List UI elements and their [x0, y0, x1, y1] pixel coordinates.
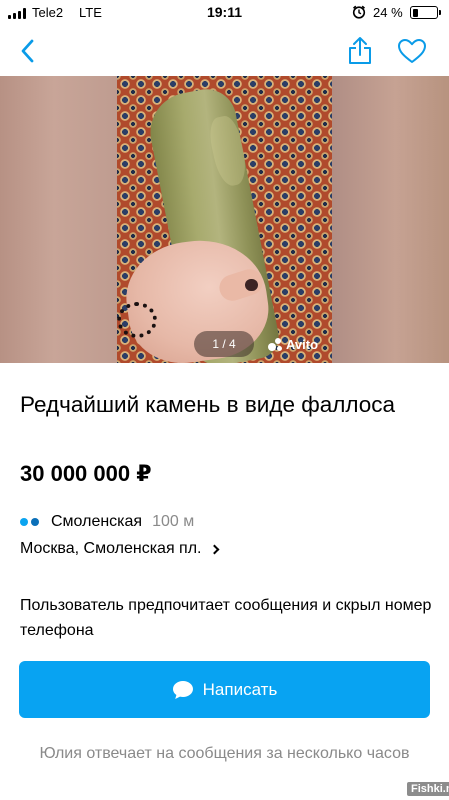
chevron-right-icon — [209, 544, 219, 554]
seller-reply-note: Юлия отвечает на сообщения за несколько … — [39, 745, 410, 762]
write-message-button[interactable]: Написать — [19, 661, 430, 718]
chevron-left-icon — [21, 39, 34, 63]
listing-price: 30 000 000 ₽ — [20, 461, 152, 486]
address-link[interactable]: Москва, Смоленская пл. — [20, 540, 219, 558]
bracelet-shape — [117, 302, 157, 338]
battery-icon — [410, 6, 441, 19]
avito-watermark: Avito — [268, 337, 318, 352]
listing-photo — [117, 76, 332, 363]
address-text: Москва, Смоленская пл. — [20, 540, 202, 557]
metro-info: Смоленская 100 м — [20, 513, 194, 531]
share-button[interactable] — [343, 34, 377, 68]
listing-title: Редчайший камень в виде фаллоса — [20, 392, 396, 417]
nail-shape — [245, 279, 258, 291]
contact-preference-note: Пользователь предпочитает сообщения и ск… — [20, 597, 432, 639]
share-icon — [349, 37, 371, 64]
status-bar: Tele2 LTE 19:11 24 % — [0, 0, 449, 26]
alarm-icon — [352, 5, 366, 19]
heart-icon — [398, 39, 426, 63]
write-button-label: Написать — [202, 679, 278, 699]
battery-percent: 24 % — [373, 5, 403, 20]
nav-bar — [0, 26, 449, 76]
metro-line-icon — [20, 518, 42, 526]
photo-counter: 1 / 4 — [194, 331, 254, 357]
watermark-text: Avito — [286, 337, 319, 352]
favorite-button[interactable] — [395, 34, 429, 68]
avito-logo-icon — [268, 337, 284, 352]
site-watermark: Fishki.net — [407, 782, 449, 796]
back-button[interactable] — [12, 34, 46, 68]
chat-bubble-icon — [172, 680, 193, 699]
metro-distance: 100 м — [152, 513, 195, 530]
metro-station: Смоленская — [51, 513, 143, 530]
photo-gallery[interactable] — [0, 76, 449, 363]
